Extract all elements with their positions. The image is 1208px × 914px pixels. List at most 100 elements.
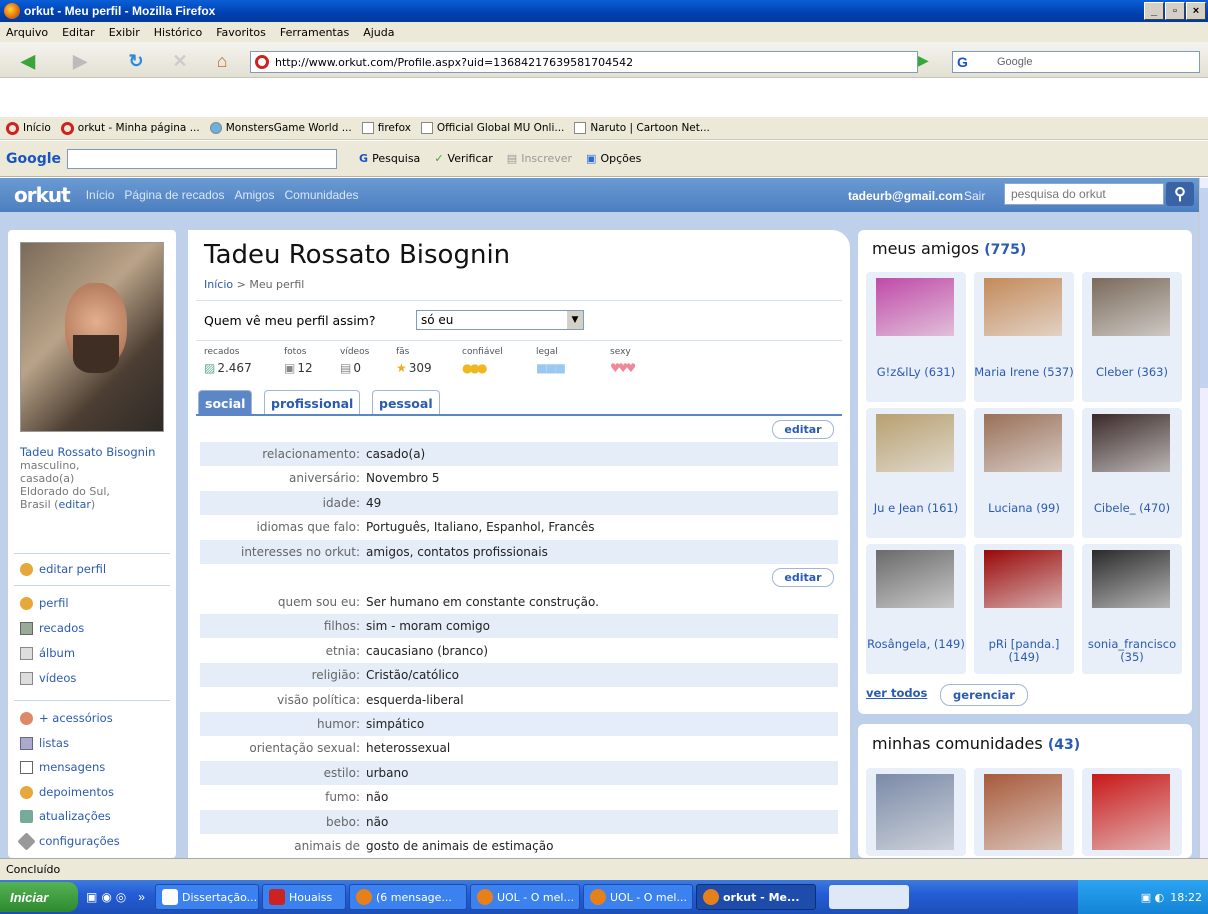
friend-card[interactable]: Cibele_ (470) (1082, 408, 1182, 538)
user-email[interactable]: tadeurb@gmail.com (848, 189, 963, 203)
search-icon[interactable]: ⚲ (1166, 182, 1194, 206)
menu-ajuda[interactable]: Ajuda (363, 26, 394, 39)
friend-card[interactable]: Rosângela, (149) (866, 544, 966, 674)
google-logo[interactable]: Google (6, 151, 61, 167)
taskbar-item[interactable]: UOL - O mel... (582, 884, 693, 910)
friend-photo[interactable] (1092, 414, 1170, 472)
taskbar-item[interactable]: Dissertação... (154, 884, 259, 910)
friend-photo[interactable] (984, 278, 1062, 336)
friend-photo[interactable] (876, 414, 954, 472)
url-bar[interactable]: http://www.orkut.com/Profile.aspx?uid=13… (250, 51, 918, 73)
nero-search-box[interactable] (828, 885, 909, 909)
bookmark-inicio[interactable]: Início (6, 121, 51, 135)
bookmark-firefox[interactable]: firefox (361, 122, 411, 134)
page-scrollbar[interactable] (1199, 178, 1208, 858)
friend-name[interactable]: G!z&lLy (631) (866, 366, 966, 379)
friend-card[interactable]: Luciana (99) (974, 408, 1074, 538)
community-photo[interactable] (1092, 774, 1170, 850)
friend-name[interactable]: Cleber (363) (1082, 366, 1182, 379)
bookmark-monstersgame[interactable]: MonstersGame World ... (209, 122, 352, 134)
menu-editar[interactable]: Editar (62, 26, 95, 39)
browser-search-field[interactable]: G Google (952, 51, 1200, 73)
friends-title[interactable]: meus amigos (775) (872, 239, 1026, 258)
see-all-link[interactable]: ver todos (866, 686, 934, 700)
stat-fas[interactable]: ★ 309 (396, 361, 432, 375)
who-sees-select[interactable]: só eu ▼ (416, 310, 584, 330)
tray-icons[interactable]: ▣ ◐ (1141, 891, 1165, 904)
quick-launch-chevron-icon[interactable]: » (138, 890, 145, 904)
menu-configuracoes[interactable]: configurações (17, 831, 120, 851)
manage-button[interactable]: gerenciar (940, 684, 1028, 706)
community-card[interactable] (866, 768, 966, 856)
left-profile-name[interactable]: Tadeu Rossato Bisognin (20, 446, 170, 459)
menu-atualizacoes[interactable]: atualizações (20, 809, 111, 823)
orkut-logo[interactable]: orkut (14, 183, 71, 207)
menu-depoimentos[interactable]: depoimentos (20, 785, 114, 799)
community-card[interactable] (1082, 768, 1182, 856)
friend-photo[interactable] (1092, 550, 1170, 608)
taskbar-item[interactable]: Houaiss (261, 884, 346, 910)
nav-comunidades[interactable]: Comunidades (284, 188, 358, 202)
friend-card[interactable]: Cleber (363) (1082, 272, 1182, 402)
close-button[interactable]: × (1186, 2, 1206, 20)
stop-icon[interactable]: ✕ (166, 47, 194, 75)
bookmark-naruto[interactable]: Naruto | Cartoon Net... (574, 122, 710, 134)
friend-name[interactable]: Maria Irene (537) (974, 366, 1074, 379)
menu-listas[interactable]: listas (20, 736, 69, 750)
minimize-button[interactable]: _ (1144, 2, 1164, 20)
friend-photo[interactable] (1092, 278, 1170, 336)
friend-name[interactable]: Ju e Jean (161) (866, 502, 966, 515)
edit-button[interactable]: editar (772, 420, 834, 439)
menu-recados[interactable]: recados (20, 621, 84, 635)
community-card[interactable] (974, 768, 1074, 856)
menu-ferramentas[interactable]: Ferramentas (280, 26, 349, 39)
profile-photo[interactable] (20, 242, 164, 432)
stat-videos[interactable]: ▤ 0 (340, 361, 361, 375)
nav-recados[interactable]: Página de recados (124, 188, 224, 202)
taskbar-item[interactable]: (6 mensage... (348, 884, 467, 910)
friend-name[interactable]: pRi [panda.] (149) (974, 638, 1074, 664)
back-button[interactable]: ◀ (14, 47, 42, 75)
menu-acessorios[interactable]: + acessórios (20, 711, 113, 725)
community-photo[interactable] (876, 774, 954, 850)
friend-photo[interactable] (984, 414, 1062, 472)
menu-mensagens[interactable]: mensagens (20, 760, 105, 774)
friend-name[interactable]: sonia_francisco (35) (1082, 638, 1182, 664)
friend-name[interactable]: Luciana (99) (974, 502, 1074, 515)
stat-recados[interactable]: ▨ 2.467 (204, 361, 252, 375)
go-icon[interactable]: ▶ (918, 52, 929, 69)
orkut-search-input[interactable]: pesquisa do orkut (1004, 183, 1164, 205)
friend-card[interactable]: pRi [panda.] (149) (974, 544, 1074, 674)
home-icon[interactable]: ⌂ (208, 47, 236, 75)
menu-perfil[interactable]: perfil (20, 596, 69, 610)
edit-profile-link[interactable]: editar perfil (20, 562, 106, 576)
options-button[interactable]: ▣ Opções (586, 152, 641, 165)
scrollbar-thumb[interactable] (1200, 188, 1208, 388)
quick-launch-icons[interactable]: ▣◉◎ (86, 890, 130, 904)
forward-button[interactable]: ▶ (66, 47, 94, 75)
tab-social[interactable]: social (198, 390, 253, 415)
communities-title[interactable]: minhas comunidades (43) (872, 734, 1080, 753)
spellcheck-button[interactable]: ✓ Verificar (434, 152, 492, 165)
stat-fotos[interactable]: ▣ 12 (284, 361, 313, 375)
friend-card[interactable]: sonia_francisco (35) (1082, 544, 1182, 674)
friend-card[interactable]: G!z&lLy (631) (866, 272, 966, 402)
taskbar-item-active[interactable]: orkut - Me... (695, 884, 816, 910)
bookmark-orkut[interactable]: orkut - Minha página ... (60, 121, 200, 135)
menu-favoritos[interactable]: Favoritos (216, 26, 266, 39)
subscribe-button[interactable]: ▤ Inscrever (507, 152, 572, 165)
community-photo[interactable] (984, 774, 1062, 850)
tab-profissional[interactable]: profissional (264, 390, 361, 415)
maximize-button[interactable]: ▫ (1165, 2, 1185, 20)
menu-exibir[interactable]: Exibir (109, 26, 140, 39)
nav-amigos[interactable]: Amigos (234, 188, 274, 202)
menu-historico[interactable]: Histórico (154, 26, 202, 39)
taskbar-item[interactable]: UOL - O mel... (469, 884, 580, 910)
tab-pessoal[interactable]: pessoal (372, 390, 440, 415)
nav-inicio[interactable]: Início (86, 188, 115, 202)
friend-photo[interactable] (984, 550, 1062, 608)
google-toolbar-input[interactable] (67, 148, 338, 169)
friend-photo[interactable] (876, 550, 954, 608)
edit-button[interactable]: editar (772, 568, 834, 587)
reload-icon[interactable]: ↻ (122, 47, 150, 75)
